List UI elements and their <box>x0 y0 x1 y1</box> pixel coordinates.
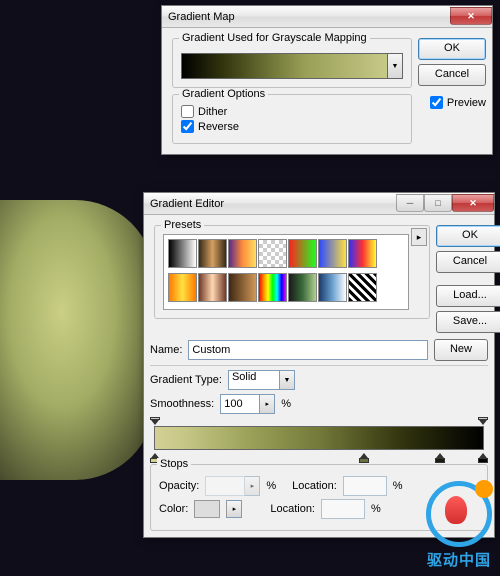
preview-checkbox[interactable]: Preview <box>430 96 486 109</box>
color-stop[interactable] <box>478 453 488 463</box>
opacity-input[interactable]: ▸ <box>205 476 260 496</box>
gradient-editor-bar[interactable] <box>154 418 484 460</box>
new-button[interactable]: New <box>434 339 488 361</box>
preset-swatch[interactable] <box>168 239 197 268</box>
color-label: Color: <box>159 503 188 515</box>
preset-swatch[interactable] <box>318 239 347 268</box>
group-label: Gradient Used for Grayscale Mapping <box>179 32 370 44</box>
options-group: Gradient Options Dither Reverse <box>172 94 412 144</box>
color-swatch[interactable] <box>194 500 220 518</box>
opacity-stop[interactable] <box>478 417 488 425</box>
dither-input[interactable] <box>181 105 194 118</box>
close-button[interactable]: ✕ <box>450 7 492 25</box>
chevron-right-icon[interactable]: ▸ <box>260 394 275 414</box>
location-input <box>343 476 387 496</box>
preset-swatch[interactable] <box>318 273 347 302</box>
location-input <box>321 499 365 519</box>
watermark: 驱动中国 <box>426 481 492 570</box>
presets-grid <box>163 234 409 310</box>
preset-swatch[interactable] <box>288 239 317 268</box>
minimize-button[interactable]: ─ <box>396 194 424 212</box>
preset-swatch[interactable] <box>198 239 227 268</box>
watermark-logo-icon <box>426 481 492 547</box>
preset-swatch[interactable] <box>348 273 377 302</box>
save-button[interactable]: Save... <box>436 311 500 333</box>
presets-group: Presets ▸ <box>154 225 430 319</box>
preset-swatch[interactable] <box>258 239 287 268</box>
name-input[interactable] <box>188 340 428 360</box>
gradient-bar[interactable] <box>154 426 484 450</box>
titlebar[interactable]: Gradient Map ✕ <box>162 6 492 28</box>
chevron-right-icon[interactable]: ▸ <box>226 500 242 518</box>
opacity-label: Opacity: <box>159 480 199 492</box>
reverse-input[interactable] <box>181 120 194 133</box>
titlebar[interactable]: Gradient Editor ─ □ ✕ <box>144 193 494 215</box>
preset-swatch[interactable] <box>258 273 287 302</box>
mapping-group: Gradient Used for Grayscale Mapping ▼ <box>172 38 412 88</box>
name-label: Name: <box>150 344 182 356</box>
close-button[interactable]: ✕ <box>452 194 494 212</box>
preset-swatch[interactable] <box>288 273 317 302</box>
group-label: Presets <box>161 219 204 231</box>
gradient-preview[interactable] <box>181 53 388 79</box>
preset-swatch[interactable] <box>198 273 227 302</box>
type-label: Gradient Type: <box>150 374 222 386</box>
preset-swatch[interactable] <box>348 239 377 268</box>
preset-swatch[interactable] <box>228 239 257 268</box>
opacity-stop[interactable] <box>150 417 160 425</box>
title-text: Gradient Map <box>168 11 450 23</box>
background-image <box>0 200 155 480</box>
preset-swatch[interactable] <box>228 273 257 302</box>
preview-input[interactable] <box>430 96 443 109</box>
group-label: Stops <box>157 458 191 470</box>
title-text: Gradient Editor <box>150 198 396 210</box>
dither-checkbox[interactable]: Dither <box>181 105 403 118</box>
preset-swatch[interactable] <box>168 273 197 302</box>
smoothness-input[interactable]: ▸ <box>220 394 275 414</box>
location-label: Location: <box>270 503 315 515</box>
color-stop[interactable] <box>359 453 369 463</box>
load-button[interactable]: Load... <box>436 285 500 307</box>
gradient-map-dialog: Gradient Map ✕ Gradient Used for Graysca… <box>161 5 493 155</box>
type-select[interactable]: Solid ▼ <box>228 370 295 390</box>
ok-button[interactable]: OK <box>436 225 500 247</box>
smoothness-label: Smoothness: <box>150 398 214 410</box>
gradient-dropdown[interactable]: ▼ <box>388 53 403 79</box>
color-stop[interactable] <box>435 453 445 463</box>
ok-button[interactable]: OK <box>418 38 486 60</box>
reverse-checkbox[interactable]: Reverse <box>181 120 403 133</box>
presets-menu-icon[interactable]: ▸ <box>411 228 427 246</box>
cancel-button[interactable]: Cancel <box>436 251 500 273</box>
location-label: Location: <box>292 480 337 492</box>
group-label: Gradient Options <box>179 88 268 100</box>
watermark-text: 驱动中国 <box>426 549 492 570</box>
cancel-button[interactable]: Cancel <box>418 64 486 86</box>
chevron-down-icon[interactable]: ▼ <box>280 370 295 390</box>
maximize-button[interactable]: □ <box>424 194 452 212</box>
